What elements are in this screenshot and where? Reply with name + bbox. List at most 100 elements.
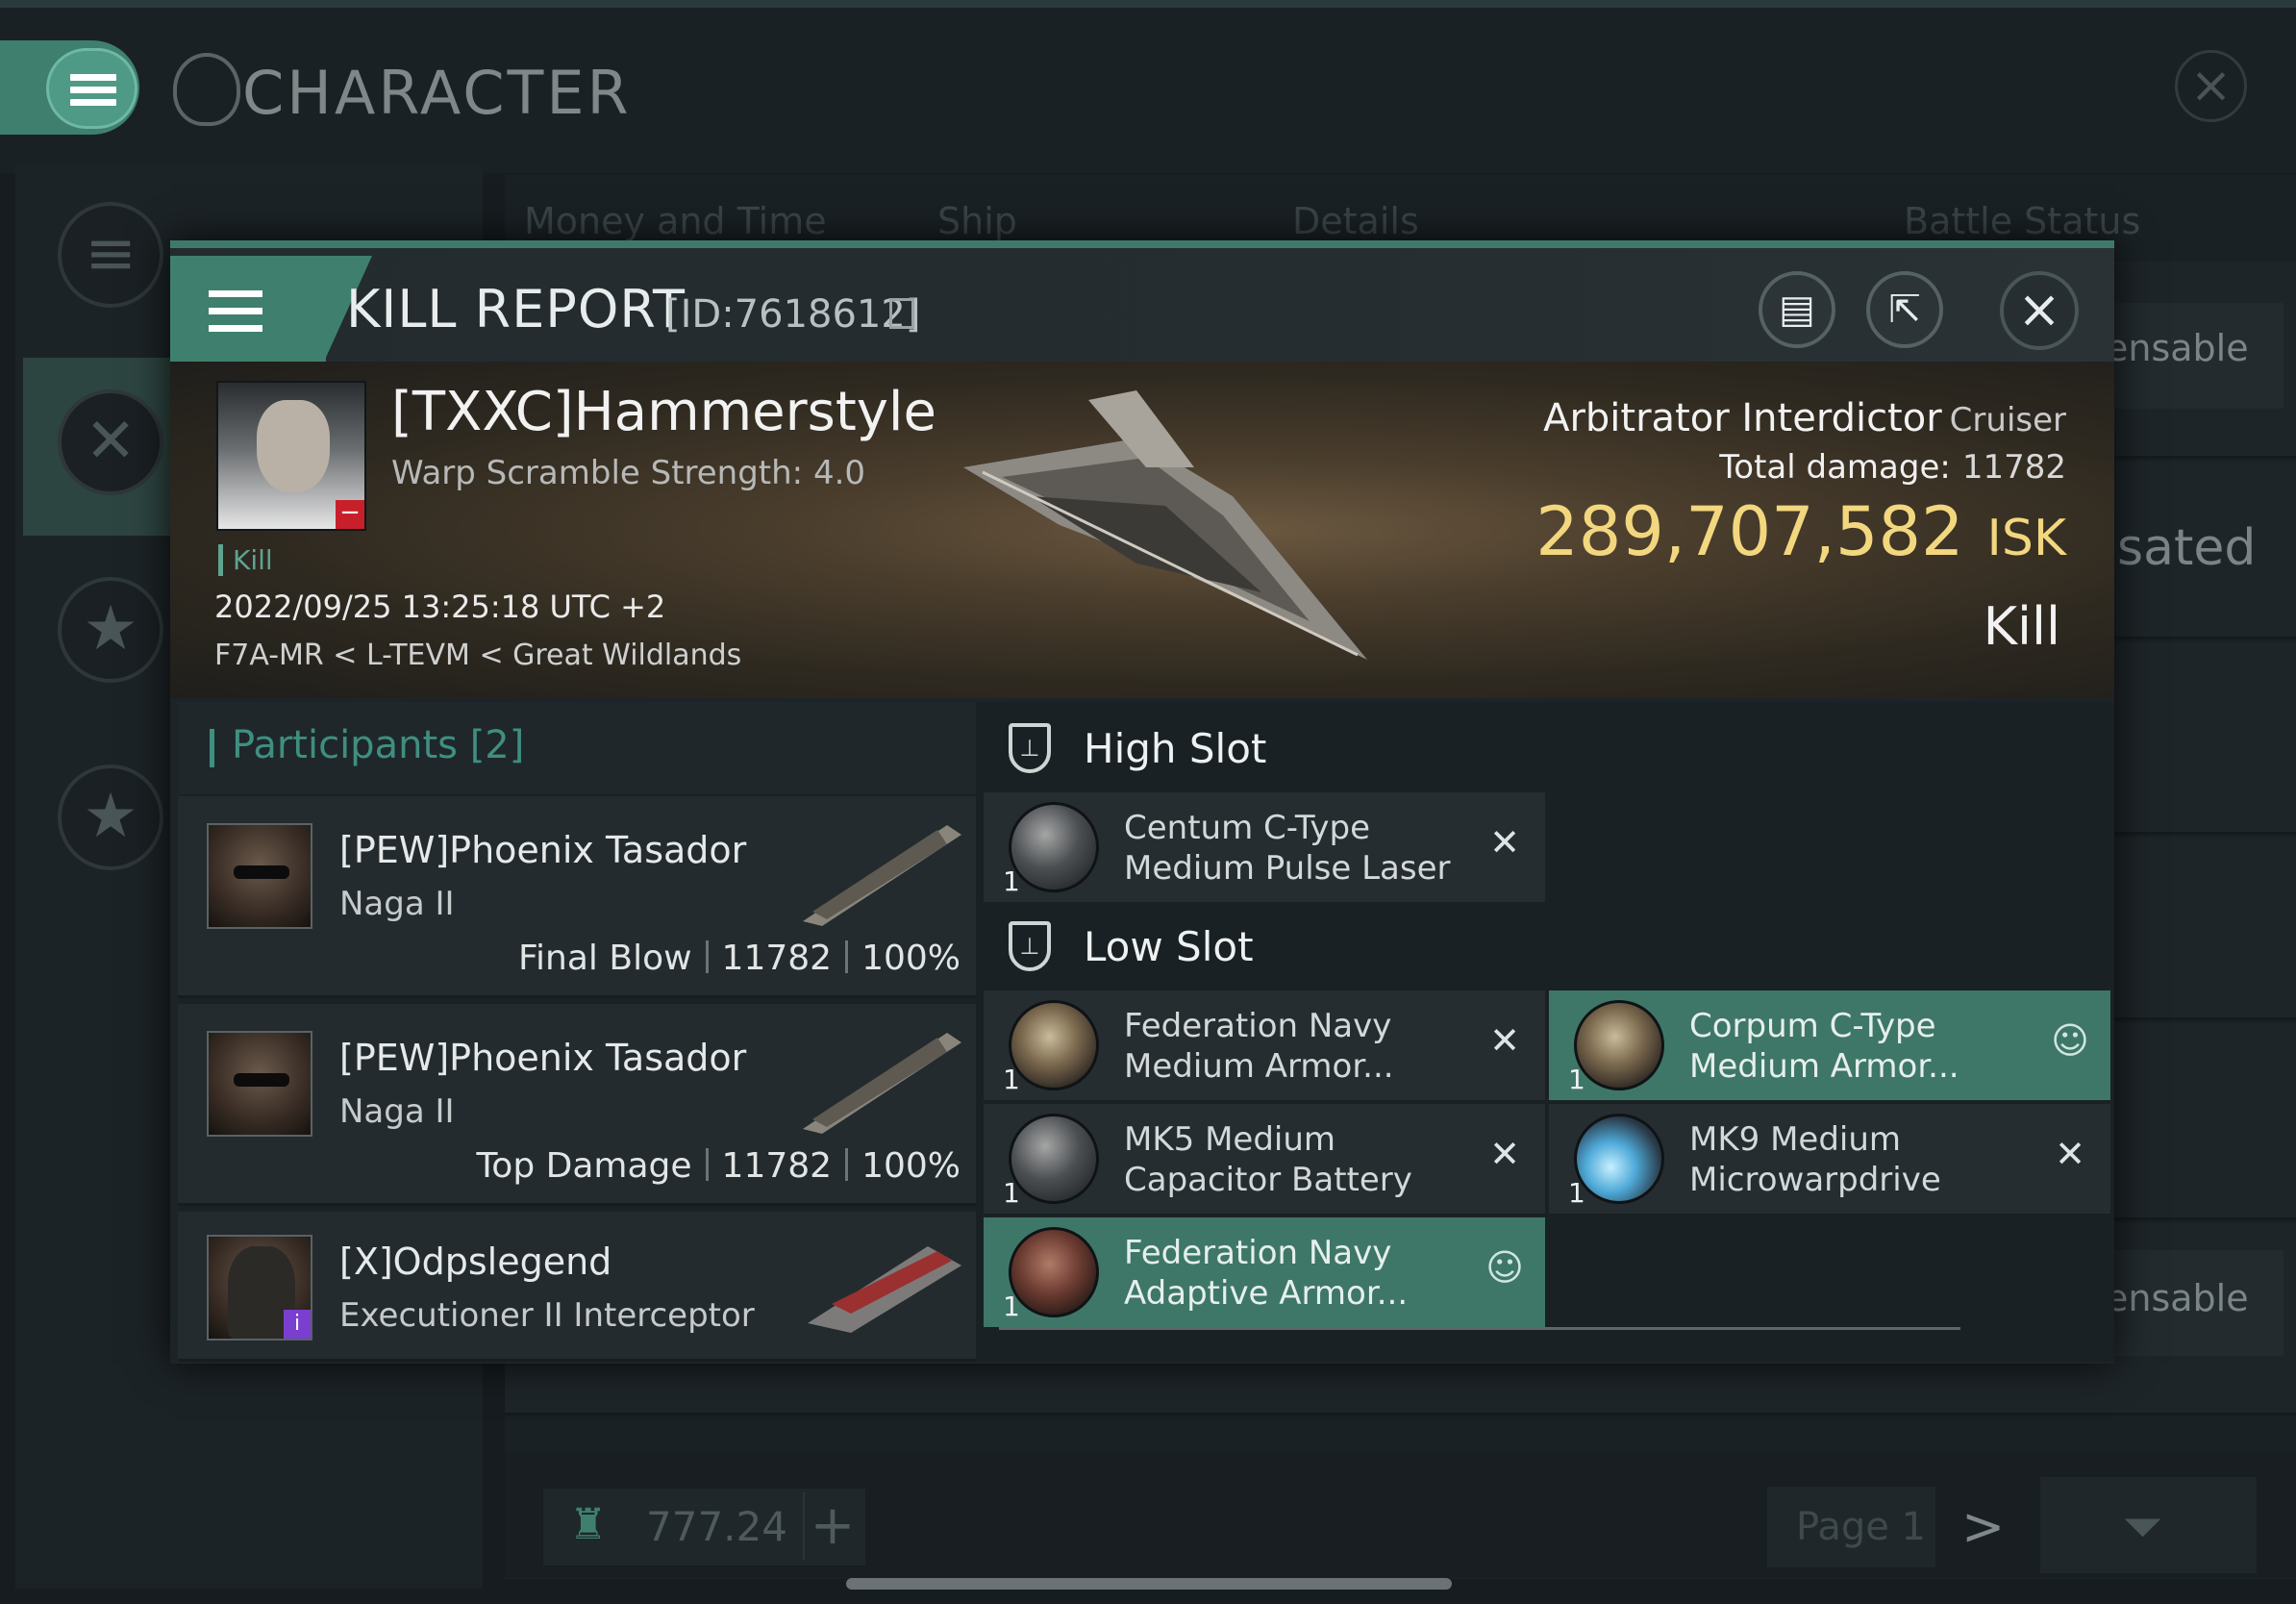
participant-percent: 100%: [861, 939, 961, 978]
participant-avatar: [207, 823, 312, 929]
close-window-button[interactable]: ×: [2175, 50, 2247, 122]
participant-row[interactable]: i [X]Odpslegend Executioner II Intercept…: [178, 1212, 976, 1362]
kill-banner: − [TXXC]Hammerstyle Warp Scramble Streng…: [170, 362, 2114, 698]
kill-report-header: KILL REPORT [ID:7618612] ▤ ⇱ ×: [170, 240, 2114, 362]
participant-ship: Naga II: [339, 885, 455, 923]
victim-name[interactable]: [TXXC]Hammerstyle: [391, 381, 936, 443]
module-icon: [1009, 1114, 1099, 1204]
victim-subtitle: Warp Scramble Strength: 4.0: [391, 454, 866, 492]
main-menu-button[interactable]: [46, 48, 137, 129]
low-slot-header: ⊥ Low Slot: [976, 900, 2114, 992]
participant-name: [X]Odpslegend: [339, 1241, 612, 1283]
fitting-panel: ⊥ High Slot 1 Centum C-Type Medium Pulse …: [976, 702, 2114, 1362]
clipboard-button[interactable]: ▤: [1759, 271, 1835, 348]
kill-tag: Kill: [218, 544, 273, 576]
module-name: MK9 Medium Microwarpdrive: [1689, 1120, 1941, 1199]
close-modal-button[interactable]: ×: [2000, 271, 2079, 350]
module-qty: 1: [1568, 1177, 1585, 1209]
status-text: sated: [2117, 519, 2257, 577]
participants-label: Participants [2]: [232, 723, 525, 767]
participants-count: [2]: [469, 723, 525, 767]
kill-report-modal: KILL REPORT [ID:7618612] ▤ ⇱ × − [TXXC]H…: [170, 240, 2114, 1364]
column-details: Details: [1292, 200, 1419, 242]
kill-location[interactable]: F7A-MR < L-TEVM < Great Wildlands: [214, 639, 741, 672]
sidebar-item-rankings[interactable]: ★: [10, 764, 173, 938]
isk-balance: 777.24: [646, 1503, 787, 1550]
module-icon: [1009, 802, 1099, 892]
ship-class: Cruiser: [1949, 401, 2066, 439]
module-item[interactable]: 1 MK9 Medium Microwarpdrive ✕: [1549, 1104, 2110, 1214]
hostile-badge: −: [336, 500, 364, 529]
page-label: Page 1: [1796, 1505, 1926, 1549]
destroyed-icon: ✕: [1489, 1133, 1520, 1175]
module-item[interactable]: 1 Centum C-Type Medium Pulse Laser ✕: [984, 792, 1545, 902]
participant-ship: Executioner II Interceptor: [339, 1296, 755, 1335]
high-slot-label: High Slot: [1084, 725, 1267, 772]
participant-damage: 11782: [721, 1146, 833, 1186]
horizontal-scrollbar[interactable]: [846, 1578, 1452, 1590]
module-icon: [1574, 1114, 1664, 1204]
sidebar-item-combat[interactable]: ✕: [10, 389, 173, 563]
participant-row[interactable]: [PEW]Phoenix Tasador Naga II Top Damage 1…: [178, 1004, 976, 1206]
destroyed-icon: ✕: [2055, 1133, 2085, 1175]
participant-ship-image: [803, 1033, 961, 1134]
participant-damage: 11782: [721, 939, 833, 978]
module-item[interactable]: 1 Federation Navy Medium Armor... ✕: [984, 990, 1545, 1100]
screen: CHARACTER × ≡ ✕ ★ ★ Money and Time Ship …: [0, 0, 2296, 1604]
kill-datetime: 2022/09/25 13:25:18 UTC +2: [214, 589, 666, 625]
total-damage-label: Total damage:: [1719, 448, 1951, 487]
module-qty: 1: [1568, 1064, 1585, 1095]
character-icon: [173, 53, 240, 126]
isk-loss-value: 289,707,582: [1535, 492, 1964, 571]
module-name: Centum C-Type Medium Pulse Laser: [1124, 809, 1451, 888]
total-damage: Total damage: 11782: [1719, 448, 2066, 487]
participants-header: Participants [2]: [178, 702, 976, 794]
clipboard-icon: ▤: [1779, 288, 1815, 332]
close-icon: ×: [2189, 57, 2233, 114]
share-button[interactable]: ⇱: [1866, 271, 1943, 348]
module-qty: 1: [1003, 1064, 1020, 1095]
victim-ship-image: [963, 390, 1367, 660]
modal-menu-button[interactable]: [170, 256, 326, 362]
add-isk-button[interactable]: +: [803, 1492, 861, 1560]
star-icon: ★: [58, 764, 163, 870]
hamburger-icon: [70, 74, 116, 107]
report-id: [ID:7618612]: [665, 292, 921, 337]
victim-portrait[interactable]: −: [216, 381, 366, 531]
destroyed-icon: ✕: [1489, 1019, 1520, 1062]
isk-loss: 289,707,582 ISK: [1535, 492, 2066, 571]
next-page-button[interactable]: >: [1961, 1496, 2005, 1557]
column-money-time: Money and Time: [524, 200, 827, 242]
sidebar-item-medals[interactable]: ★: [10, 577, 173, 750]
info-badge: i: [284, 1310, 311, 1339]
participant-avatar: i: [207, 1235, 312, 1341]
module-name: Corpum C-Type Medium Armor...: [1689, 1007, 1959, 1086]
ship-type: Arbitrator Interdictor: [1543, 396, 1942, 440]
module-icon: [1574, 1000, 1664, 1090]
participant-avatar: [207, 1031, 312, 1137]
module-name: Federation Navy Medium Armor...: [1124, 1007, 1394, 1086]
victim-ship-name[interactable]: Arbitrator Interdictor Cruiser: [1543, 396, 2066, 440]
low-slot-label: Low Slot: [1084, 923, 1254, 970]
dropped-person-icon: ☺: [2051, 1019, 2089, 1062]
participant-ship-image: [803, 825, 961, 926]
share-icon: ⇱: [1888, 288, 1921, 332]
module-icon: [1009, 1000, 1099, 1090]
mid-slot-header-peek: [999, 1327, 1960, 1362]
module-item[interactable]: 1 Corpum C-Type Medium Armor... ☺: [1549, 990, 2110, 1100]
module-qty: 1: [1003, 865, 1020, 897]
isk-unit: ISK: [1986, 510, 2066, 567]
participant-ship-image: [808, 1246, 961, 1333]
destroyed-icon: ✕: [1489, 821, 1520, 864]
copy-icon[interactable]: [889, 298, 914, 329]
participant-name: [PEW]Phoenix Tasador: [339, 829, 747, 871]
sidebar-item-menu[interactable]: ≡: [10, 202, 173, 375]
star-shield-icon: ★: [58, 577, 163, 683]
participant-role: Final Blow: [517, 939, 692, 978]
module-item[interactable]: 1 Federation Navy Adaptive Armor... ☺: [984, 1217, 1545, 1327]
participant-name: [PEW]Phoenix Tasador: [339, 1037, 747, 1079]
module-name: Federation Navy Adaptive Armor...: [1124, 1234, 1409, 1313]
participant-row[interactable]: [PEW]Phoenix Tasador Naga II Final Blow 1…: [178, 796, 976, 998]
participant-role: Top Damage: [476, 1146, 692, 1186]
module-item[interactable]: 1 MK5 Medium Capacitor Battery ✕: [984, 1104, 1545, 1214]
